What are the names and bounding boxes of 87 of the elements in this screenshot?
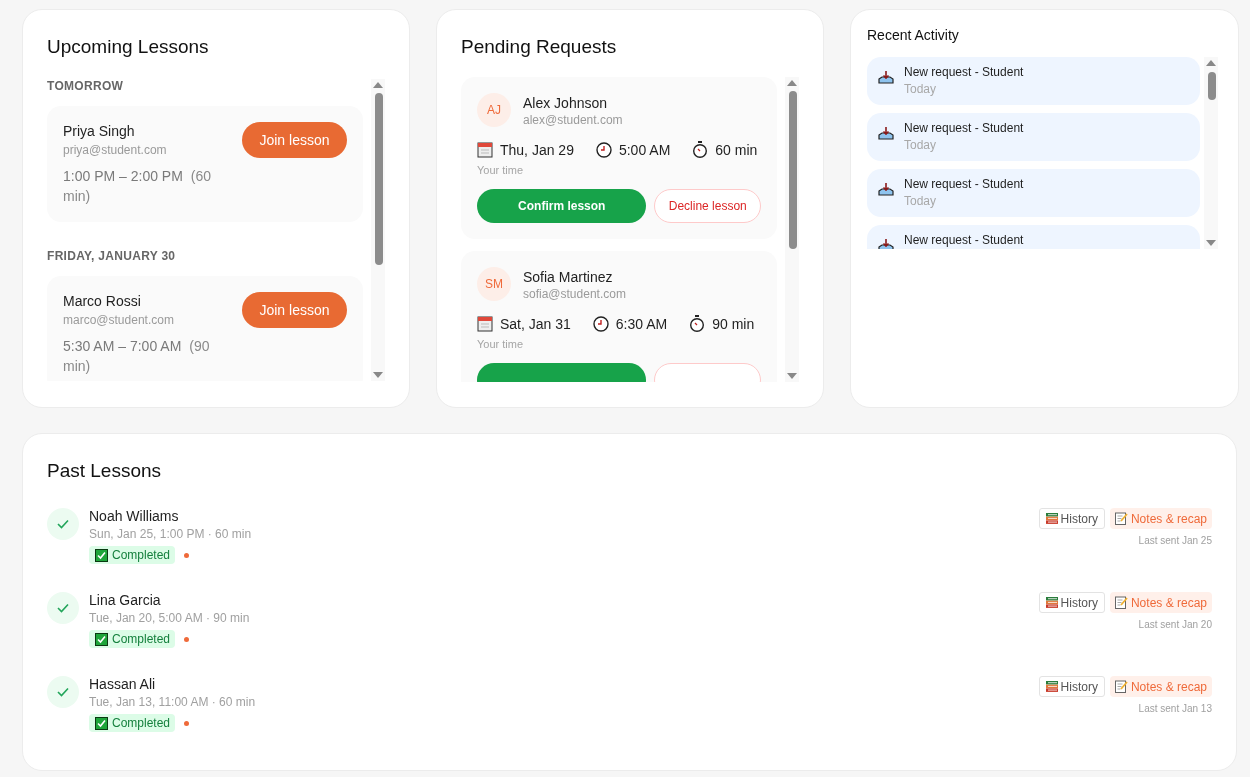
memo-icon bbox=[1114, 680, 1128, 693]
card-title: Pending Requests bbox=[461, 36, 618, 58]
card-title: Recent Activity bbox=[867, 27, 960, 43]
scrollbar-thumb[interactable] bbox=[375, 93, 383, 265]
last-sent-label: Last sent Jan 13 bbox=[1138, 703, 1212, 714]
activity-time: Today bbox=[904, 82, 938, 96]
request-time: 5:00 AM bbox=[618, 141, 671, 158]
student-email: marco@student.com bbox=[63, 313, 175, 327]
history-button[interactable]: History bbox=[1038, 508, 1105, 529]
lesson-time: 1:00 PM – 2:00 PM (60 min) bbox=[63, 167, 213, 206]
books-icon bbox=[1045, 513, 1058, 524]
check-icon bbox=[57, 519, 69, 529]
scrollbar-thumb[interactable] bbox=[1208, 72, 1216, 100]
status-label: Completed bbox=[112, 632, 171, 646]
stopwatch-icon bbox=[689, 315, 706, 332]
student-name: Priya Singh bbox=[63, 123, 136, 139]
student-email: sofia@student.com bbox=[523, 287, 626, 301]
activity-text: New request - Student bbox=[904, 65, 1024, 79]
card-title: Upcoming Lessons bbox=[47, 36, 210, 58]
last-sent-label: Last sent Jan 20 bbox=[1138, 619, 1212, 630]
calendar-icon bbox=[477, 315, 493, 332]
scroll-up-icon[interactable] bbox=[1206, 60, 1216, 66]
memo-icon bbox=[1114, 596, 1128, 609]
student-name: Marco Rossi bbox=[63, 293, 142, 309]
scrollbar-thumb[interactable] bbox=[789, 91, 797, 249]
memo-icon bbox=[1114, 512, 1128, 525]
calendar-icon bbox=[477, 141, 493, 158]
avatar-initials: SM bbox=[477, 267, 511, 301]
scroll-down-icon[interactable] bbox=[787, 373, 797, 379]
books-icon bbox=[1045, 597, 1058, 608]
activity-item[interactable]: New request - Student bbox=[867, 225, 1200, 249]
request-time: 6:30 AM bbox=[615, 315, 668, 332]
student-email: alex@student.com bbox=[523, 113, 623, 127]
checkbox-icon bbox=[95, 716, 108, 730]
stopwatch-icon bbox=[692, 141, 709, 158]
card-title: Past Lessons bbox=[47, 460, 163, 482]
activity-item[interactable]: New request - Student Today bbox=[867, 169, 1200, 217]
checkbox-icon bbox=[95, 548, 108, 562]
last-sent-label: Last sent Jan 25 bbox=[1138, 535, 1212, 546]
lesson-details: Tue, Jan 13, 11:00 AM · 60 min bbox=[89, 695, 256, 709]
day-heading: FRIDAY, JANUARY 30 bbox=[47, 249, 177, 263]
request-duration: 90 min bbox=[712, 315, 755, 332]
activity-time: Today bbox=[904, 194, 938, 208]
student-email: priya@student.com bbox=[63, 143, 168, 157]
activity-time: Today bbox=[904, 138, 938, 152]
inbox-tray-icon bbox=[877, 239, 895, 249]
inbox-tray-icon bbox=[877, 183, 895, 197]
scroll-up-icon[interactable] bbox=[787, 80, 797, 86]
status-label: Completed bbox=[112, 716, 171, 730]
lesson-time: 5:30 AM – 7:00 AM (90 min) bbox=[63, 337, 211, 376]
scrollbar[interactable] bbox=[371, 79, 385, 381]
scroll-down-icon[interactable] bbox=[373, 372, 383, 378]
day-heading: TOMORROW bbox=[47, 79, 125, 93]
activity-text: New request - Student bbox=[904, 177, 1024, 191]
time-zone-note: Your time bbox=[477, 164, 525, 176]
inbox-tray-icon bbox=[877, 71, 895, 85]
lesson-details: Tue, Jan 20, 5:00 AM · 90 min bbox=[89, 611, 250, 625]
request-date: Sat, Jan 31 bbox=[500, 315, 571, 332]
time-zone-note: Your time bbox=[477, 338, 525, 350]
activity-item[interactable]: New request - Student Today bbox=[867, 57, 1200, 105]
checkbox-icon bbox=[95, 632, 108, 646]
check-icon bbox=[57, 603, 69, 613]
history-button[interactable]: History bbox=[1038, 676, 1105, 697]
activity-text: New request - Student bbox=[904, 121, 1024, 135]
scrollbar[interactable] bbox=[1204, 57, 1218, 249]
scrollbar[interactable] bbox=[785, 77, 799, 382]
activity-item[interactable]: New request - Student Today bbox=[867, 113, 1200, 161]
student-name: Lina Garcia bbox=[89, 592, 162, 608]
decline-lesson-button[interactable]: Decline lesson bbox=[654, 189, 761, 223]
scroll-up-icon[interactable] bbox=[373, 82, 383, 88]
student-name: Sofia Martinez bbox=[523, 269, 614, 285]
clock-icon bbox=[592, 315, 609, 332]
student-name: Alex Johnson bbox=[523, 95, 609, 111]
status-label: Completed bbox=[112, 548, 171, 562]
lesson-details: Sun, Jan 25, 1:00 PM · 60 min bbox=[89, 527, 252, 541]
activity-text: New request - Student bbox=[904, 233, 1024, 247]
scroll-down-icon[interactable] bbox=[1206, 240, 1216, 246]
clock-icon bbox=[595, 141, 612, 158]
history-button[interactable]: History bbox=[1038, 592, 1105, 613]
check-icon bbox=[57, 687, 69, 697]
request-duration: 60 min bbox=[715, 141, 758, 158]
inbox-tray-icon bbox=[877, 127, 895, 141]
avatar-initials: AJ bbox=[477, 93, 511, 127]
request-date: Thu, Jan 29 bbox=[500, 141, 574, 158]
student-name: Noah Williams bbox=[89, 508, 180, 524]
books-icon bbox=[1045, 681, 1058, 692]
student-name: Hassan Ali bbox=[89, 676, 157, 692]
